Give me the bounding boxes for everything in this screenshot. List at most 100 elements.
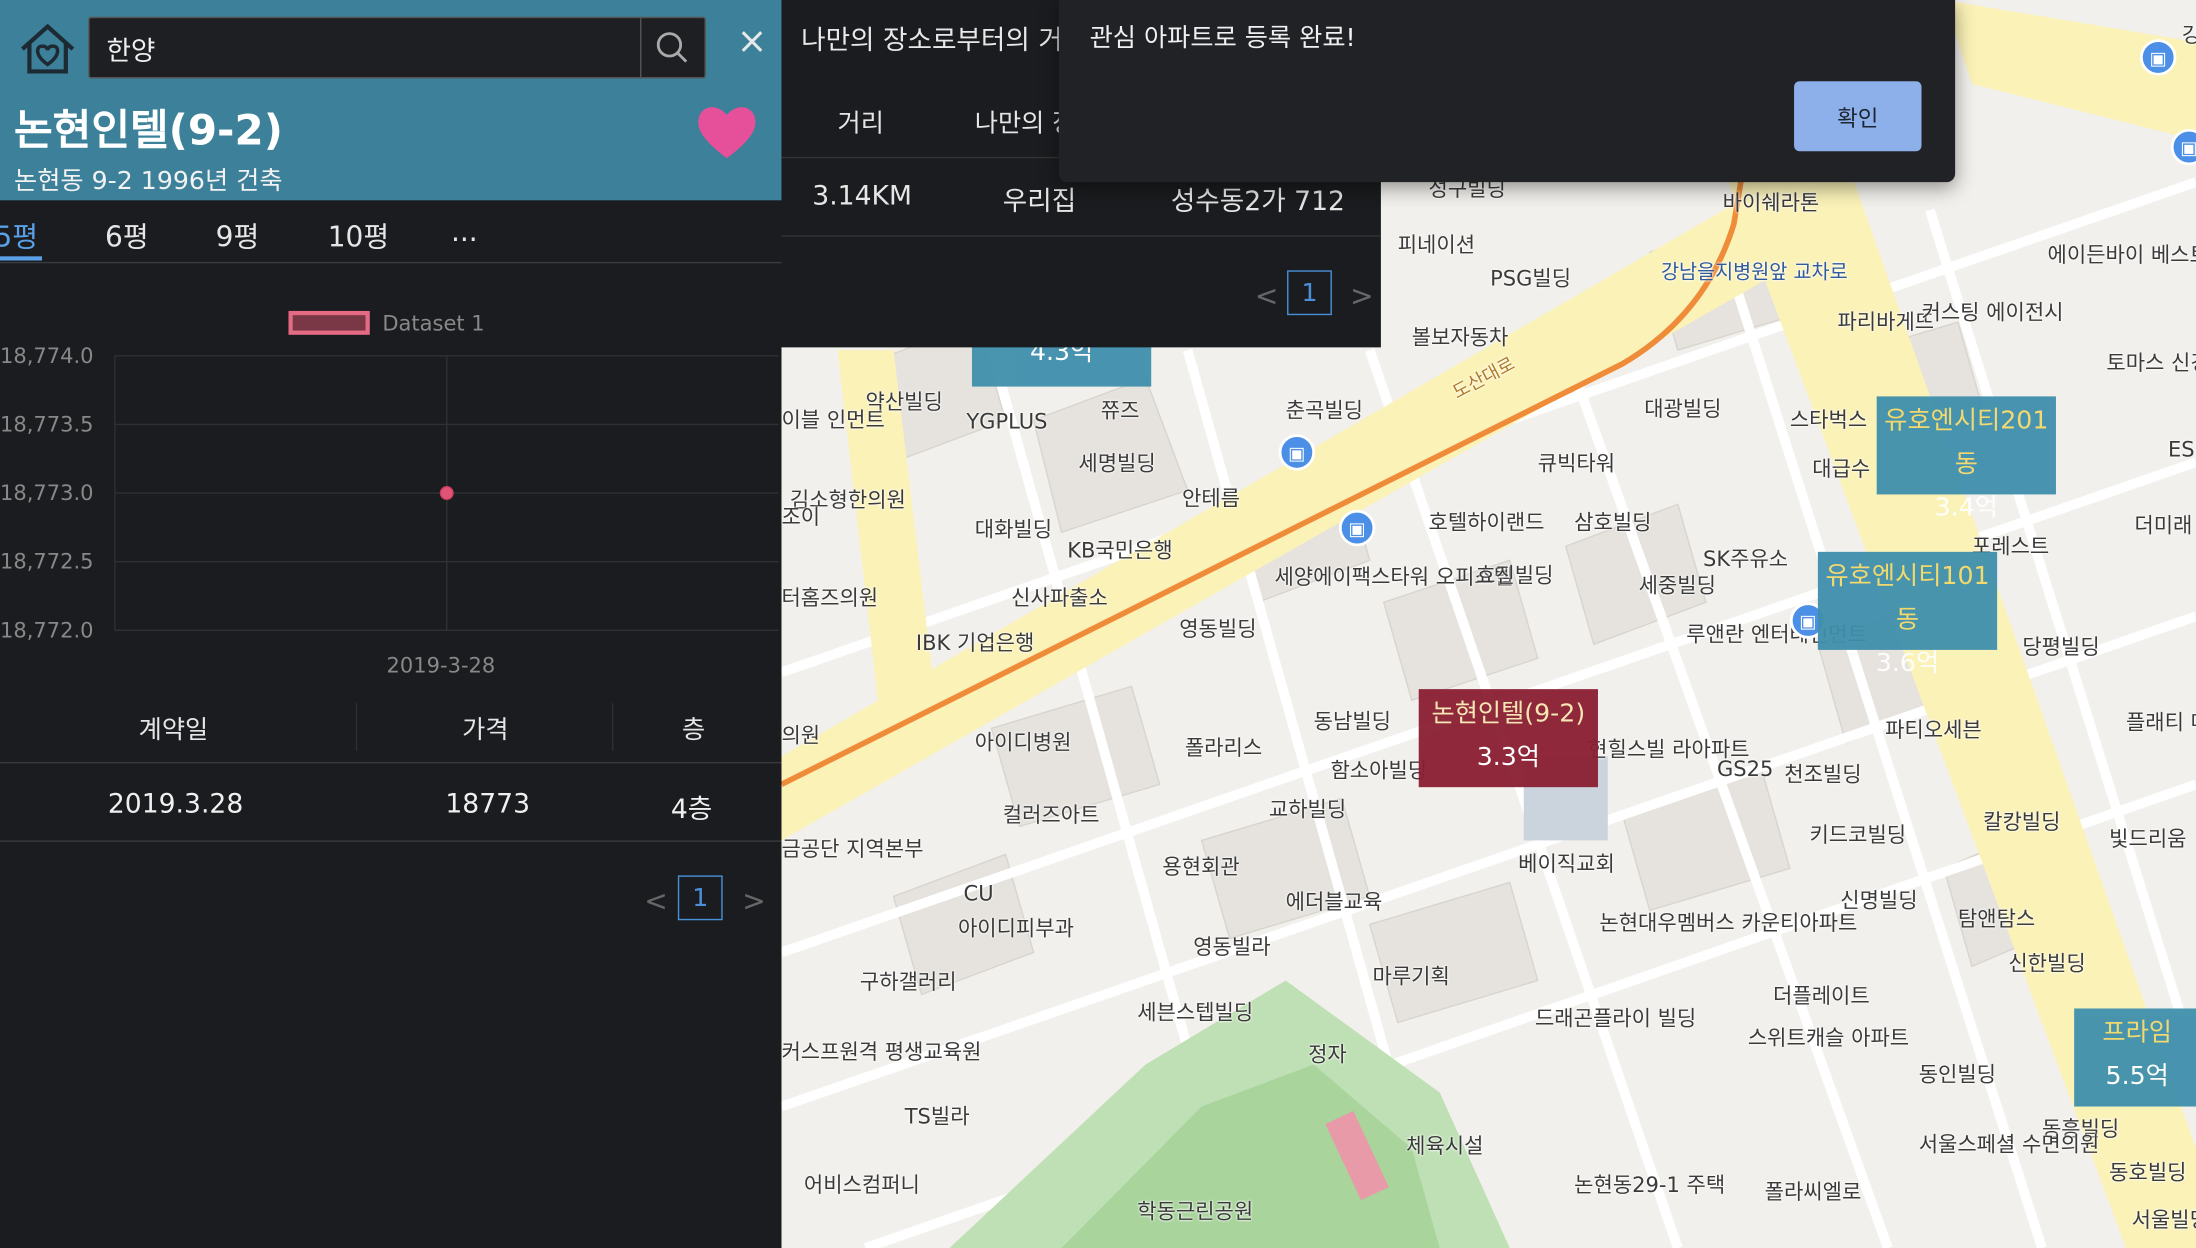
map-place-label[interactable]: 토마스 신경정신	[2106, 350, 2196, 375]
confirm-button[interactable]: 확인	[1794, 81, 1922, 152]
page-number-button[interactable]: 1	[677, 875, 723, 921]
apartment-marker[interactable]: 유호엔시티201동 3.4억	[1876, 396, 2056, 522]
home-heart-icon[interactable]	[17, 18, 79, 80]
map-place-label[interactable]: 스타벅스	[1790, 408, 1867, 433]
map-place-label[interactable]: 더미래	[2134, 513, 2192, 538]
map-place-label[interactable]: 삼호빌딩	[1574, 510, 1651, 535]
map-place-label[interactable]: 플래티 매니지	[2126, 710, 2196, 735]
map-place-label[interactable]: 커스팅 에이전시	[1921, 300, 2063, 325]
map-place-label[interactable]: 터홈즈의원	[781, 585, 878, 610]
map-place-label[interactable]: 호텔하이랜드	[1429, 510, 1545, 535]
map-place-label[interactable]: PSG빌딩	[1490, 266, 1571, 291]
map-place-label[interactable]: 파티오세븐	[1885, 717, 1982, 742]
map-place-label[interactable]: 당평빌딩	[2022, 635, 2099, 660]
map-place-label[interactable]: 효진빌딩	[1476, 563, 1553, 588]
map-place-label[interactable]: 대광빌딩	[1644, 396, 1721, 421]
map-place-label[interactable]: YGPLUS	[966, 409, 1047, 434]
map-place-label[interactable]: 영동빌딩	[1179, 616, 1256, 641]
map-place-label[interactable]: CU	[964, 881, 994, 906]
apartment-marker[interactable]: 프라임 5.5억	[2074, 1008, 2196, 1107]
map-place-label[interactable]: 서울빌딩	[2132, 1207, 2196, 1232]
tab-more[interactable]: ...	[451, 214, 478, 248]
map-place-label[interactable]: 동남빌딩	[1314, 709, 1391, 734]
map-place-label[interactable]: 쮸즈	[1101, 398, 1140, 423]
map-place-label[interactable]: 서울스페셜 수면의원	[1919, 1132, 2100, 1157]
map-place-label[interactable]: 폴라리스	[1185, 735, 1262, 760]
map-place-label[interactable]: KB국민은행	[1067, 538, 1172, 563]
map-place-label[interactable]: 신사파출소	[1011, 585, 1108, 610]
map-place-label[interactable]: 피네이션	[1398, 233, 1475, 258]
map-place-label[interactable]: 체육시설	[1406, 1133, 1483, 1158]
map-place-label[interactable]: 논현동29-1 주택	[1574, 1172, 1725, 1197]
map-place-label[interactable]: TS빌라	[905, 1104, 970, 1129]
map-place-label[interactable]: GS25	[1717, 756, 1773, 781]
map-place-label[interactable]: 조이	[781, 504, 820, 529]
prev-page-button[interactable]: <	[1255, 279, 1278, 313]
map-place-label[interactable]: SK주유소	[1703, 546, 1788, 571]
map-place-label[interactable]: IBK 기업은행	[916, 630, 1034, 655]
close-icon[interactable]: ×	[734, 22, 770, 61]
map-place-label[interactable]: 어비스컴퍼니	[804, 1172, 920, 1197]
map-place-label[interactable]: 금공단 지역본부	[781, 836, 923, 861]
map-place-label[interactable]: 세븐스텝빌딩	[1137, 1000, 1253, 1025]
map-place-label[interactable]: 빛드리움	[2109, 826, 2186, 851]
map-place-label[interactable]: 대급수	[1812, 457, 1870, 482]
map-place-label[interactable]: 대화빌딩	[975, 517, 1052, 542]
map-place-label[interactable]: 바이쉐라톤	[1723, 190, 1820, 215]
page-number-button[interactable]: 1	[1287, 270, 1332, 316]
next-page-button[interactable]: >	[742, 884, 765, 918]
map-place-label[interactable]: 칼캉빌딩	[1983, 810, 2060, 835]
map-place-label[interactable]: 볼보자동차	[1412, 325, 1509, 350]
bus-stop-icon[interactable]: ▣	[2139, 39, 2177, 76]
map-place-label[interactable]: 동호빌딩	[2109, 1160, 2186, 1185]
map-place-label[interactable]: 폴라씨엘로	[1765, 1179, 1862, 1204]
map-place-label[interactable]: 함소아빌딩	[1330, 758, 1427, 783]
map-place-label[interactable]: 아이디병원	[975, 730, 1072, 755]
map-place-label[interactable]: 더플레이트	[1773, 983, 1870, 1008]
map-place-label[interactable]: 학동근린공원	[1137, 1199, 1253, 1224]
tab-size-10[interactable]: 10평	[328, 214, 389, 255]
map-place-label[interactable]: 마루기획	[1372, 964, 1449, 989]
apartment-marker[interactable]: 유호엔시티101동 3.6억	[1817, 551, 1998, 678]
map-place-label[interactable]: 이블 인먼트	[781, 408, 884, 433]
bus-stop-icon[interactable]: ▣	[1338, 509, 1376, 547]
map-place-label[interactable]: 파리바게뜨	[1837, 310, 1934, 335]
selected-apartment-marker[interactable]: 논현인텔(9-2) 3.3억	[1418, 689, 1598, 788]
map-place-label[interactable]: 영동빌라	[1193, 934, 1270, 959]
map-place-label[interactable]: 구하갤러리	[860, 969, 957, 994]
map-place-label[interactable]: 안테름	[1182, 486, 1240, 511]
map-place-label[interactable]: 탐앤탐스	[1958, 906, 2035, 931]
favorite-heart-icon[interactable]	[695, 101, 759, 163]
map-place-label[interactable]: 에더블교육	[1286, 889, 1383, 914]
chart-data-point[interactable]	[439, 486, 454, 501]
map-place-label[interactable]: 커스프원격 평생교육원	[781, 1039, 981, 1064]
search-input[interactable]	[103, 18, 642, 80]
tab-size-5[interactable]: 5평	[0, 214, 38, 255]
tab-size-6[interactable]: 6평	[105, 214, 149, 255]
map-place-label[interactable]: 의원	[781, 723, 820, 748]
map-place-label[interactable]: 컬러즈아트	[1003, 803, 1100, 828]
map-place-label[interactable]: 천조빌딩	[1784, 762, 1861, 787]
map-place-label[interactable]: 논현대우멤버스 카운티아파트	[1599, 910, 1857, 935]
map-place-label[interactable]: 에이든바이 베스트웨스턴	[2048, 242, 2196, 267]
map-place-label[interactable]: 강남을지병원앞 교차로	[1661, 261, 1848, 286]
map-place-label[interactable]: 세명빌딩	[1078, 451, 1155, 476]
map-place-label[interactable]: 키드코빌딩	[1809, 822, 1906, 847]
map-place-label[interactable]: 동인빌딩	[1919, 1062, 1996, 1087]
map-place-label[interactable]: 신한빌딩	[2008, 951, 2085, 976]
table-row[interactable]: 2019.3.28 18773 4층	[0, 763, 782, 842]
map-place-label[interactable]: 스위트캐슬 아파트	[1748, 1025, 1909, 1050]
search-button[interactable]	[640, 18, 704, 78]
map-place-label[interactable]: 드래곤플라이 빌딩	[1535, 1006, 1696, 1031]
bus-stop-icon[interactable]: ▣	[1278, 434, 1316, 471]
tab-size-9[interactable]: 9평	[216, 214, 260, 255]
map-place-label[interactable]: 강남시	[2182, 22, 2196, 47]
map-place-label[interactable]: 춘곡빌딩	[1286, 398, 1363, 423]
map-place-label[interactable]: 큐빅타워	[1538, 451, 1615, 476]
next-page-button[interactable]: >	[1350, 279, 1373, 313]
map-place-label[interactable]: 정자	[1308, 1042, 1347, 1067]
map-place-label[interactable]: 아이디피부과	[958, 916, 1074, 941]
map-place-label[interactable]: 교하빌딩	[1269, 797, 1346, 822]
map-place-label[interactable]: 세중빌딩	[1639, 573, 1716, 598]
map-place-label[interactable]: ESP	[2168, 437, 2196, 462]
